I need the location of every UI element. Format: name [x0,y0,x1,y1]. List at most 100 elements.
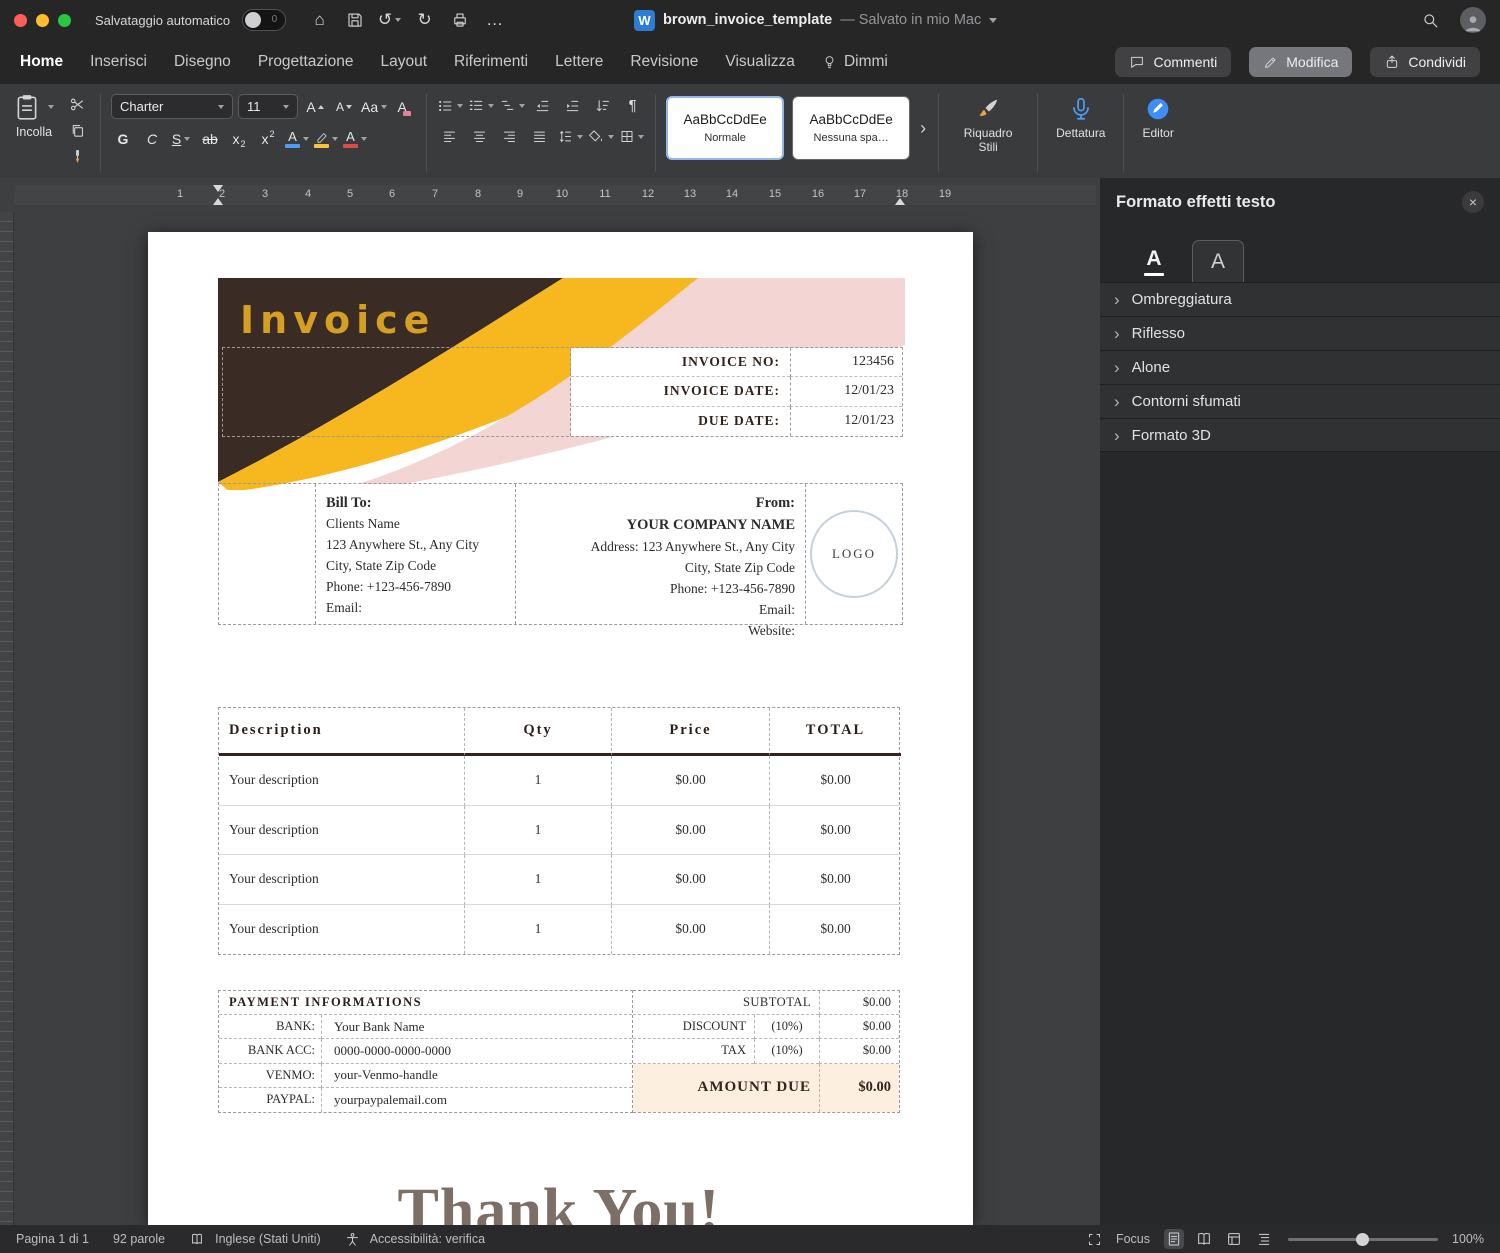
subtotal-value: $0.00 [819,991,899,1016]
account-avatar[interactable] [1460,7,1486,33]
align-center-button[interactable] [467,125,492,148]
cut-button[interactable] [65,93,90,116]
autosave-toggle[interactable]: 0 [242,9,287,31]
word-count[interactable]: 92 parole [113,1232,165,1246]
home-button[interactable]: ⌂ [306,7,333,34]
strikethrough-button[interactable]: ab [198,127,222,151]
grow-font-button[interactable]: A [303,95,327,119]
tab-progettazione[interactable]: Progettazione [258,53,354,71]
outline-view-icon [1258,1233,1270,1245]
minimize-window-button[interactable] [36,13,49,27]
first-line-indent-marker[interactable] [213,185,223,192]
subscript-button[interactable]: x2 [227,127,251,151]
copy-button[interactable] [65,119,90,142]
dictation-button[interactable]: Dettatura [1048,92,1113,141]
more-commands-button[interactable]: … [481,7,508,34]
horizontal-ruler[interactable]: 1 2 3 4 5 6 7 8 9 10 11 12 13 14 15 16 1 [0,178,1100,212]
spellcheck-icon[interactable] [189,1232,205,1247]
tab-text-effects[interactable]: A [1192,240,1244,282]
print-layout-view-button[interactable] [1164,1229,1185,1249]
text-effects-button[interactable]: A [285,127,309,151]
zoom-slider[interactable] [1288,1232,1439,1246]
titlebar: Salvataggio automatico 0 ⌂ ↺ ↻ … W brown… [0,0,1500,40]
show-paragraph-marks-button[interactable]: ¶ [620,94,645,117]
focus-label[interactable]: Focus [1116,1232,1150,1246]
numbering-button[interactable] [468,94,495,117]
section-ombreggiatura[interactable]: › Ombreggiatura [1100,282,1500,316]
italic-button[interactable]: C [140,127,164,151]
zoom-window-button[interactable] [58,13,71,27]
panel-close-button[interactable]: × [1462,191,1484,213]
zoom-level[interactable]: 100% [1452,1232,1484,1246]
tab-text-fill-outline[interactable]: A [1128,240,1180,282]
sort-button[interactable] [590,94,615,117]
styles-pane-button[interactable]: Riquadro Stili [949,92,1027,155]
document-page[interactable]: Invoice INVOICE NO: 123456 INVOICE DATE:… [148,232,973,1225]
font-color-button[interactable]: A [343,127,367,151]
language-status[interactable]: Inglese (Stati Uniti) [215,1232,321,1246]
change-case-button[interactable]: Aa [361,95,388,119]
font-size-select[interactable]: 11 [238,94,298,119]
section-alone[interactable]: › Alone [1100,350,1500,384]
section-contorni-sfumati[interactable]: › Contorni sfumati [1100,384,1500,418]
right-indent-marker[interactable] [895,198,905,205]
tab-revisione[interactable]: Revisione [630,53,698,71]
multilevel-list-button[interactable] [499,94,526,117]
bullets-button[interactable] [437,94,464,117]
zoom-slider-thumb[interactable] [1356,1232,1370,1246]
web-layout-view-button[interactable] [1224,1229,1244,1249]
align-left-button[interactable] [437,125,462,148]
highlight-button[interactable] [314,127,338,151]
justify-button[interactable] [527,125,552,148]
undo-button[interactable]: ↺ [376,7,403,34]
title-menu-chevron-icon[interactable] [989,17,998,23]
comments-button[interactable]: Commenti [1115,47,1232,77]
search-button[interactable] [1417,7,1444,34]
format-painter-button[interactable] [65,145,90,168]
left-indent-marker[interactable] [213,198,223,205]
redo-button[interactable]: ↻ [411,7,438,34]
clear-formatting-button[interactable]: A [392,95,416,119]
print-button[interactable] [446,7,473,34]
shading-button[interactable] [588,125,615,148]
save-button[interactable] [341,7,368,34]
shrink-font-button[interactable]: A [332,95,356,119]
close-window-button[interactable] [14,13,27,27]
bold-button[interactable]: G [111,127,135,151]
tab-riferimenti[interactable]: Riferimenti [454,53,528,71]
style-normal[interactable]: AaBbCcDdEe Normale [666,96,785,160]
font-name-select[interactable]: Charter [111,94,233,119]
read-mode-view-button[interactable] [1194,1229,1214,1249]
section-formato-3d[interactable]: › Formato 3D [1100,418,1500,452]
page-count[interactable]: Pagina 1 di 1 [16,1232,89,1246]
superscript-button[interactable]: x2 [256,127,280,151]
tab-visualizza[interactable]: Visualizza [725,53,795,71]
accessibility-icon[interactable] [345,1232,360,1247]
accessibility-status[interactable]: Accessibilità: verifica [370,1232,485,1246]
increase-indent-button[interactable] [560,94,585,117]
tax-label: TAX [633,1039,754,1064]
vertical-ruler[interactable] [0,212,14,1225]
section-riflesso[interactable]: › Riflesso [1100,316,1500,350]
paste-button[interactable]: Incolla [10,92,58,140]
outline-view-button[interactable] [1254,1229,1274,1249]
tab-inserisci[interactable]: Inserisci [90,53,147,71]
tab-home[interactable]: Home [20,53,63,71]
focus-icon[interactable] [1087,1232,1102,1247]
bold-icon: G [117,131,129,147]
share-button[interactable]: Condividi [1370,47,1480,77]
line-spacing-button[interactable] [557,125,584,148]
bill-to-heading: Bill To: [326,495,372,511]
tab-disegno[interactable]: Disegno [174,53,231,71]
tab-layout[interactable]: Layout [380,53,427,71]
underline-button[interactable]: S [169,127,193,151]
borders-button[interactable] [619,125,645,148]
align-right-button[interactable] [497,125,522,148]
styles-gallery-expand-button[interactable]: › [918,118,928,139]
decrease-indent-button[interactable] [530,94,555,117]
edit-mode-button[interactable]: Modifica [1249,47,1353,77]
editor-button[interactable]: Editor [1134,92,1181,141]
style-no-spacing[interactable]: AaBbCcDdEe Nessuna spa… [792,96,911,160]
tab-lettere[interactable]: Lettere [555,53,603,71]
tab-dimmi[interactable]: Dimmi [822,53,888,71]
